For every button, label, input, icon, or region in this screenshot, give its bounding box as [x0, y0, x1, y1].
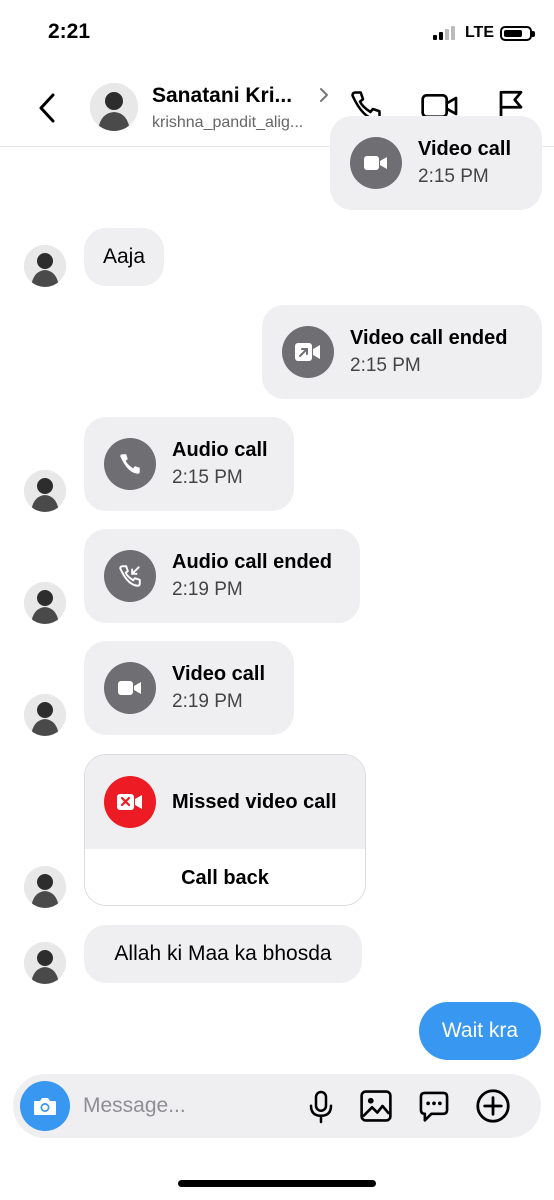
signal-icon	[432, 26, 455, 40]
sender-avatar[interactable]	[24, 582, 66, 624]
video-missed-icon	[117, 794, 142, 810]
battery-icon	[500, 25, 535, 41]
video-call-ended-icon-circle	[282, 326, 334, 378]
add-icon[interactable]	[475, 1088, 511, 1124]
call-title: Audio call	[172, 439, 268, 461]
sent-message-bubble[interactable]: Wait kra	[419, 1002, 541, 1060]
call-time: 2:19 PM	[172, 579, 243, 600]
phone-icon	[120, 454, 140, 474]
home-indicator	[178, 1180, 376, 1187]
video-outgoing-icon	[295, 343, 320, 361]
message-text: Allah ki Maa ka bhosda	[114, 942, 332, 965]
microphone-icon[interactable]	[306, 1089, 336, 1125]
sticker-chat-icon[interactable]	[417, 1089, 451, 1123]
video-camera-icon	[364, 156, 387, 170]
sender-avatar[interactable]	[24, 470, 66, 512]
audio-call-ended-bubble[interactable]: Audio call ended 2:19 PM	[84, 529, 360, 623]
contact-handle: krishna_pandit_alig...	[152, 114, 304, 131]
missed-video-call-card: Missed video call Call back	[84, 754, 366, 906]
status-icons: LTE	[432, 24, 535, 42]
call-title: Missed video call	[172, 790, 337, 813]
message-composer: Message...	[13, 1074, 541, 1138]
contact-name[interactable]: Sanatani Kri...	[152, 84, 292, 108]
call-title: Video call ended	[350, 327, 508, 349]
call-back-label: Call back	[181, 866, 269, 889]
video-call-ended-bubble[interactable]: Video call ended 2:15 PM	[262, 305, 542, 399]
camera-button[interactable]	[20, 1081, 70, 1131]
video-call-bubble[interactable]: Video call 2:19 PM	[84, 641, 294, 735]
missed-call-icon-circle	[104, 776, 156, 828]
video-call-icon-circle	[350, 137, 402, 189]
call-title: Audio call ended	[172, 551, 333, 573]
contact-avatar[interactable]	[90, 83, 138, 131]
video-camera-icon	[118, 681, 141, 695]
message-input[interactable]: Message...	[83, 1094, 186, 1118]
sender-avatar[interactable]	[24, 942, 66, 984]
call-title: Video call	[172, 663, 266, 685]
call-title: Video call	[418, 138, 512, 160]
message-bubble[interactable]: Aaja	[84, 228, 164, 286]
call-time: 2:15 PM	[418, 166, 489, 187]
call-time: 2:15 PM	[172, 467, 243, 488]
message-text: Aaja	[102, 245, 146, 268]
call-time: 2:19 PM	[172, 691, 243, 712]
call-back-button[interactable]: Call back	[85, 849, 365, 905]
gallery-icon[interactable]	[359, 1089, 393, 1123]
status-time: 2:21	[48, 20, 91, 43]
video-call-bubble-top[interactable]: Video call 2:15 PM	[330, 116, 542, 210]
message-bubble[interactable]: Allah ki Maa ka bhosda	[84, 925, 362, 983]
call-time: 2:15 PM	[350, 355, 421, 376]
network-label: LTE	[464, 24, 494, 41]
audio-call-bubble[interactable]: Audio call 2:15 PM	[84, 417, 294, 511]
sender-avatar[interactable]	[24, 694, 66, 736]
phone-incoming-icon	[119, 565, 141, 587]
sender-avatar[interactable]	[24, 245, 66, 287]
chevron-right-icon[interactable]	[318, 86, 330, 104]
sender-avatar[interactable]	[24, 866, 66, 908]
audio-call-ended-icon-circle	[104, 550, 156, 602]
audio-call-icon-circle	[104, 438, 156, 490]
video-call-icon-circle	[104, 662, 156, 714]
message-text: Wait kra	[441, 1019, 519, 1042]
camera-icon	[34, 1098, 56, 1115]
back-icon[interactable]	[36, 92, 58, 124]
